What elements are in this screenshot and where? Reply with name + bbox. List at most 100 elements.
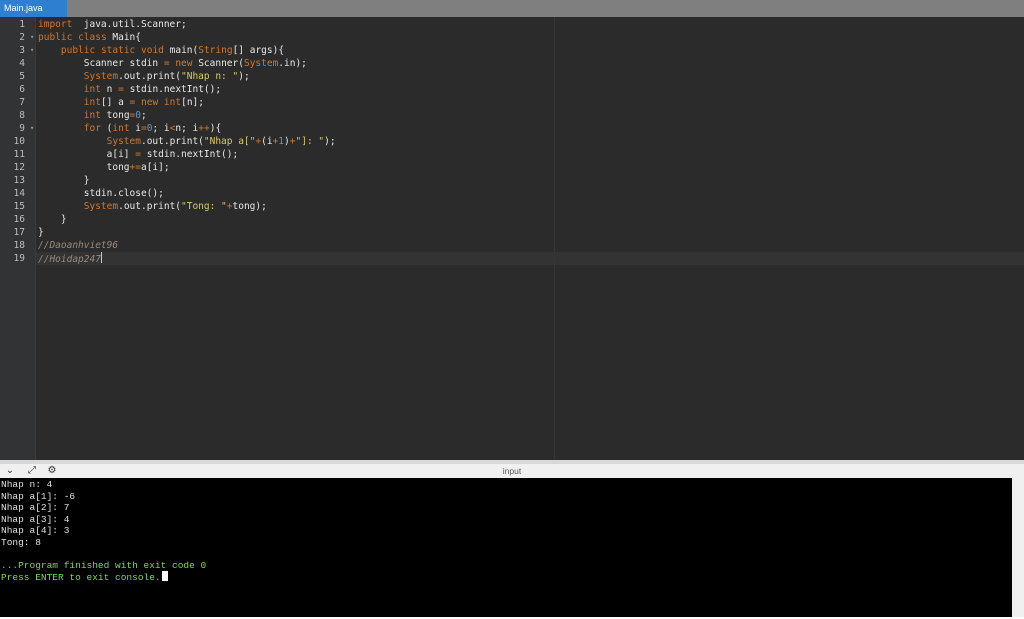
code-line: int tong=0; [38, 109, 147, 122]
code-token: ){ [209, 123, 222, 134]
code-token: main( [163, 45, 199, 56]
code-line: //Hoidap247 [38, 252, 102, 265]
code-token: //Daoanhviet96 [38, 240, 119, 251]
code-token: ; [141, 110, 147, 121]
console-scrollbar[interactable] [1012, 478, 1024, 617]
code-token: Scanner( [192, 58, 244, 69]
line-number: 5 [0, 70, 35, 83]
line-number-text: 2 [19, 32, 25, 43]
code-editor[interactable]: 1 2 ▾ 3 ▾ 4 5 6 7 8 9 ▾ 10 11 12 13 14 15 16 17 18 19 import … [0, 17, 1024, 460]
line-number-text: 7 [19, 97, 25, 108]
code-token: "Nhap a[" [203, 136, 256, 147]
console-line: Press ENTER to exit console. [1, 571, 168, 583]
code-token: } [38, 227, 44, 238]
code-token: "Tong: " [181, 201, 227, 212]
code-token: ( [100, 123, 113, 134]
code-token: .out.print( [140, 136, 204, 147]
line-number: 17 [0, 226, 35, 239]
fold-toggle-icon[interactable]: ▾ [30, 31, 34, 44]
code-line: } [38, 174, 90, 187]
line-number-text: 5 [19, 71, 25, 82]
code-line: System.out.print("Nhap a["+(i+1)+"]: "); [38, 135, 336, 148]
code-token: (i [261, 136, 273, 147]
line-number-text: 9 [19, 123, 25, 134]
print-margin [554, 17, 555, 460]
code-token: stdin.close(); [38, 188, 164, 199]
fold-toggle-icon[interactable]: ▾ [30, 44, 34, 57]
code-line: } [38, 213, 67, 226]
code-token: n [100, 84, 119, 95]
code-token: ); [324, 136, 336, 147]
code-token: static [100, 45, 136, 56]
code-token: class [78, 32, 107, 43]
code-token: [] args){ [232, 45, 285, 56]
line-number: 11 [0, 148, 35, 161]
text-cursor [100, 252, 102, 263]
line-number-text: 19 [13, 253, 25, 264]
console-line: Nhap a[1]: -6 [1, 491, 75, 503]
code-token: a[i]; [140, 162, 170, 173]
code-token: System [83, 71, 119, 82]
code-token: tong [100, 110, 130, 121]
line-number: 15 [0, 200, 35, 213]
tab-bar: Main.java [0, 0, 1024, 17]
line-number-text: 18 [13, 240, 25, 251]
code-token: } [38, 214, 67, 225]
code-line: public static void main(String[] args){ [38, 44, 284, 57]
code-token: [n]; [181, 97, 204, 108]
line-number: 10 [0, 135, 35, 148]
code-token: stdin.nextInt(); [123, 84, 222, 95]
code-token: ); [238, 71, 250, 82]
code-token: System [83, 201, 119, 212]
code-token: .out.print( [118, 201, 182, 212]
console-line-text: Nhap a[3]: 4 [1, 513, 70, 525]
line-number-text: 11 [13, 149, 25, 160]
line-number-text: 8 [19, 110, 25, 121]
line-number: 7 [0, 96, 35, 109]
code-token: n; i [175, 123, 199, 134]
code-token: java.util.Scanner; [72, 19, 187, 30]
tab-main-java[interactable]: Main.java [0, 0, 67, 17]
code-token: import [38, 19, 73, 30]
code-token: i [129, 123, 142, 134]
code-token: String [198, 45, 233, 56]
console-line: Nhap a[2]: 7 [1, 502, 69, 514]
console-input-label: input [502, 466, 522, 476]
console-line: Nhap a[3]: 4 [1, 514, 69, 526]
line-number-text: 4 [19, 58, 25, 69]
code-token: ; i [152, 123, 170, 134]
code-token: a[i] [38, 149, 136, 160]
line-number-text: 17 [13, 227, 25, 238]
console-output[interactable]: Nhap n: 4 Nhap a[1]: -6 Nhap a[2]: 7 Nhap a… [0, 478, 1012, 617]
code-token: int [163, 97, 182, 108]
code-token: new [141, 97, 159, 108]
console-cursor [161, 571, 168, 581]
line-number-text: 12 [13, 162, 25, 173]
fold-toggle-icon[interactable]: ▾ [30, 122, 34, 135]
console-line-text: Nhap a[2]: 7 [1, 502, 70, 513]
line-number-text: 10 [13, 136, 25, 147]
code-line: System.out.print("Nhap n: "); [38, 70, 250, 83]
line-number: 12 [0, 161, 35, 174]
console-line-text: Nhap a[4]: 3 [1, 525, 70, 536]
code-area[interactable]: import java.util.Scanner; public class Ma… [36, 17, 1024, 460]
code-line: System.out.print("Tong: "+tong); [38, 200, 267, 213]
line-number: 6 [0, 83, 35, 96]
line-number-text: 14 [13, 188, 25, 199]
line-number-text: 16 [13, 214, 25, 225]
code-token: stdin.nextInt(); [140, 149, 239, 160]
code-token: public [38, 32, 73, 43]
line-number: 4 [0, 57, 35, 70]
line-number-text: 15 [13, 201, 25, 212]
line-number-text: 13 [13, 175, 25, 186]
console-line-text: Nhap a[1]: -6 [1, 490, 76, 502]
code-token: int [83, 84, 101, 95]
code-token: "]: " [295, 136, 325, 147]
code-token: Main{ [106, 32, 141, 43]
code-line: import java.util.Scanner; [38, 18, 187, 31]
